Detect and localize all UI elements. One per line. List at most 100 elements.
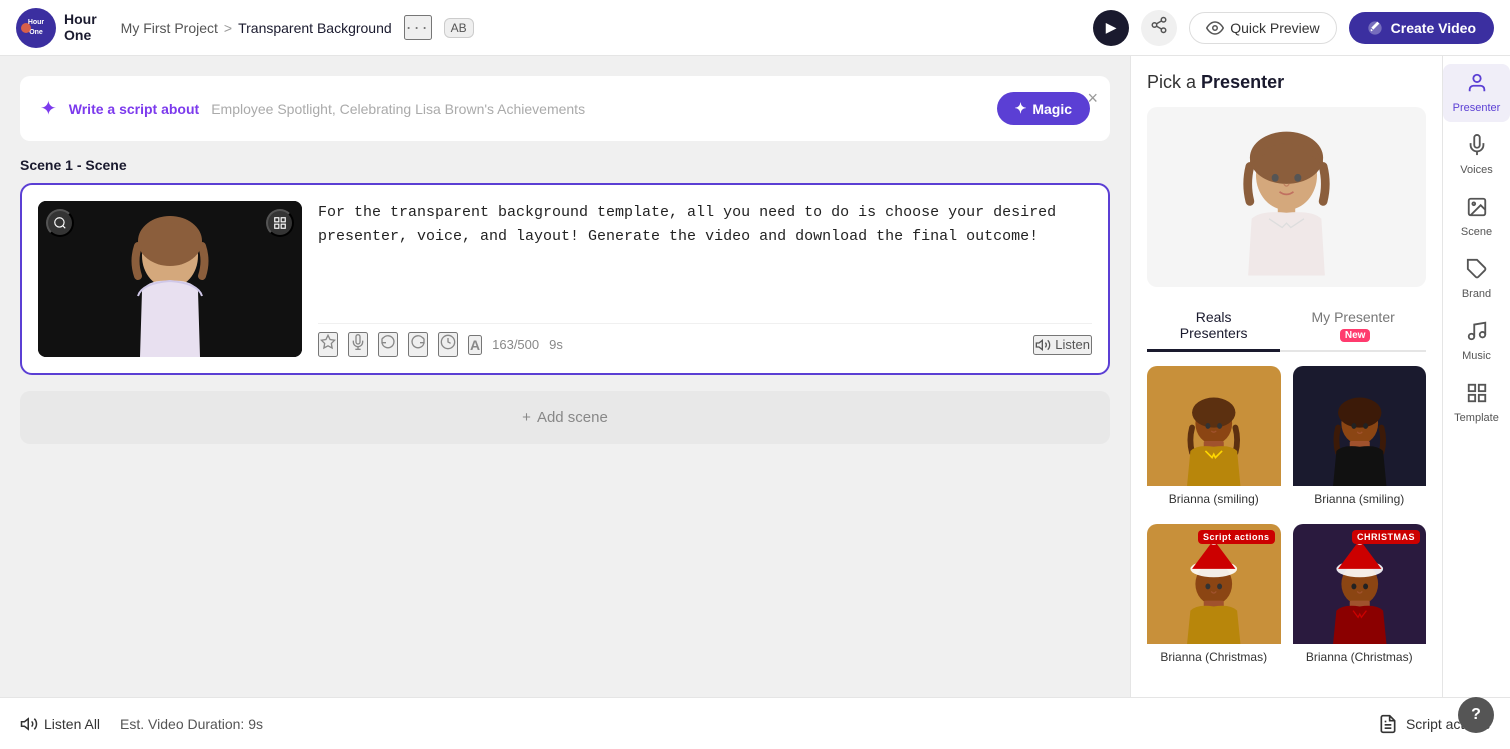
rocket-icon	[1367, 20, 1383, 36]
share-button[interactable]	[1141, 10, 1177, 46]
scene-text-area: For the transparent background template,…	[318, 201, 1092, 357]
eye-icon	[1206, 19, 1224, 37]
current-page-name: Transparent Background	[238, 20, 392, 36]
breadcrumb: My First Project > Transparent Backgroun…	[121, 20, 392, 36]
scene-video-thumbnail	[38, 201, 302, 357]
svg-text:One: One	[29, 29, 43, 36]
voices-icon	[1466, 134, 1488, 161]
selected-presenter-figure	[1147, 107, 1426, 287]
redo-button[interactable]	[408, 332, 428, 357]
right-sidebar: Presenter Voices	[1442, 56, 1510, 697]
magic-button[interactable]: ✦ Magic	[997, 92, 1090, 125]
music-icon	[1466, 320, 1488, 347]
magic-icon: ✦	[1015, 100, 1027, 117]
volume-icon	[20, 715, 38, 733]
tab-my-presenter[interactable]: My Presenter New	[1280, 301, 1426, 352]
sidebar-item-music[interactable]: Music	[1443, 312, 1510, 370]
christmas-badge-3: Script actions	[1198, 530, 1275, 544]
scene-script-text[interactable]: For the transparent background template,…	[318, 201, 1092, 311]
brand-icon	[1466, 258, 1488, 285]
scene-duration: 9s	[549, 337, 563, 352]
scene-number: Scene 1	[20, 157, 73, 173]
scene-sublabel: Scene	[85, 157, 126, 173]
scene-label: Scene 1 - Scene	[20, 157, 1110, 173]
presenter-card-brianna4[interactable]: CHRISTMAS Brianna (Christmas)	[1293, 524, 1427, 670]
listen-all-label: Listen All	[44, 716, 100, 732]
presenter-image-brianna4: CHRISTMAS	[1293, 524, 1427, 644]
presenter-name-brianna3: Brianna (Christmas)	[1147, 644, 1281, 670]
script-icon	[1378, 714, 1398, 734]
thumbnail-search-button[interactable]	[46, 209, 74, 237]
presenter-name-brianna1: Brianna (smiling)	[1147, 486, 1281, 512]
presenter-card-brianna2[interactable]: Brianna (smiling)	[1293, 366, 1427, 512]
listen-all-button[interactable]: Listen All	[20, 715, 100, 733]
listen-label: Listen	[1055, 337, 1090, 352]
scene-icon-label: Scene	[1461, 226, 1492, 238]
undo-button[interactable]	[378, 332, 398, 357]
magic-label: Magic	[1032, 101, 1072, 117]
header: Hour One Hour One My First Project > Tra…	[0, 0, 1510, 56]
presenter-card-brianna1[interactable]: Brianna (smiling)	[1147, 366, 1281, 512]
share-icon	[1150, 16, 1168, 39]
write-script-label[interactable]: Write a script about	[69, 101, 199, 117]
ab-test-button[interactable]: AB	[444, 18, 474, 38]
presenter-name-brianna2: Brianna (smiling)	[1293, 486, 1427, 512]
person-icon	[1466, 72, 1488, 99]
right-panel: Pick a Presenter	[1130, 56, 1510, 697]
presenter-image-brianna3: Script actions	[1147, 524, 1281, 644]
scene-icon	[1466, 196, 1488, 223]
presenter-name-brianna4: Brianna (Christmas)	[1293, 644, 1427, 670]
help-button[interactable]: ?	[1458, 697, 1494, 733]
presenter-grid: Brianna (smiling)	[1147, 366, 1426, 670]
hour-one-logo-icon: Hour One	[16, 8, 56, 48]
presenter-image-brianna2	[1293, 366, 1427, 486]
listen-button[interactable]: Listen	[1033, 335, 1092, 355]
play-icon: ▶	[1106, 19, 1117, 36]
create-video-label: Create Video	[1391, 20, 1476, 36]
sidebar-item-brand[interactable]: Brand	[1443, 250, 1510, 308]
add-scene-label: Add scene	[537, 409, 608, 426]
music-icon-label: Music	[1462, 350, 1491, 362]
more-options-button[interactable]: ···	[404, 15, 432, 40]
sidebar-item-presenter[interactable]: Presenter	[1443, 64, 1510, 122]
logo-area: Hour One Hour One	[16, 8, 97, 48]
microphone-button[interactable]	[348, 332, 368, 357]
thumbnail-layout-button[interactable]	[266, 209, 294, 237]
project-name[interactable]: My First Project	[121, 20, 218, 36]
presenter-card-brianna3[interactable]: Script actions Brianna (Christmas)	[1147, 524, 1281, 670]
wand-icon: ✦	[40, 96, 57, 121]
timer-button[interactable]	[438, 332, 458, 357]
presenter-icon-label: Presenter	[1453, 102, 1501, 114]
pick-presenter-title: Pick a Presenter	[1147, 72, 1426, 93]
template-icon-label: Template	[1454, 412, 1499, 424]
template-icon	[1466, 382, 1488, 409]
sidebar-item-template[interactable]: Template	[1443, 374, 1510, 432]
presenter-tabs: Reals Presenters My Presenter New	[1147, 301, 1426, 352]
sidebar-item-scene[interactable]: Scene	[1443, 188, 1510, 246]
magic-edit-button[interactable]	[318, 332, 338, 357]
new-badge: New	[1340, 329, 1371, 342]
svg-text:Hour: Hour	[28, 19, 45, 26]
quick-preview-button[interactable]: Quick Preview	[1189, 12, 1336, 44]
estimated-duration: Est. Video Duration: 9s	[120, 716, 263, 732]
presenter-panel: Pick a Presenter	[1131, 56, 1442, 697]
brand-icon-label: Brand	[1462, 288, 1491, 300]
add-scene-plus: +	[522, 409, 531, 426]
logo-text: Hour One	[64, 12, 97, 43]
voices-icon-label: Voices	[1460, 164, 1492, 176]
font-button[interactable]: A	[468, 335, 482, 355]
presenter-silhouette	[38, 201, 302, 357]
presenter-image-brianna1	[1147, 366, 1281, 486]
add-scene-button[interactable]: + Add scene	[20, 391, 1110, 444]
christmas-badge-4: CHRISTMAS	[1352, 530, 1420, 544]
scene-dash: -	[77, 157, 82, 173]
script-prompt-bar: ✦ Write a script about Employee Spotligh…	[20, 76, 1110, 141]
selected-presenter-preview	[1147, 107, 1426, 287]
main-area: ✦ Write a script about Employee Spotligh…	[0, 56, 1510, 697]
play-button[interactable]: ▶	[1093, 10, 1129, 46]
sidebar-item-voices[interactable]: Voices	[1443, 126, 1510, 184]
create-video-button[interactable]: Create Video	[1349, 12, 1494, 44]
tab-reals-presenters[interactable]: Reals Presenters	[1147, 301, 1280, 352]
close-prompt-button[interactable]: ×	[1087, 88, 1098, 109]
preview-label: Quick Preview	[1230, 20, 1319, 36]
